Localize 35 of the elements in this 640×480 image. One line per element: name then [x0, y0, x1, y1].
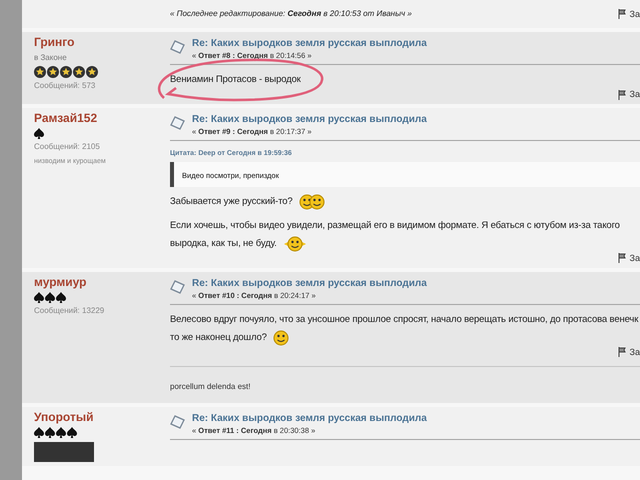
post-text: Забывается уже русский-то?: [170, 194, 293, 209]
post-count: Сообщений: 573: [34, 80, 96, 92]
laughing-smiley-icon: [282, 234, 307, 253]
report-link[interactable]: За: [618, 8, 640, 20]
flag-icon: [618, 347, 628, 358]
smiley-pair-icon: [298, 192, 325, 211]
post-count: Сообщений: 2105: [34, 141, 101, 153]
post-text: выродка, как ты, не буду.: [170, 236, 277, 251]
post-icon: [170, 116, 186, 130]
post-icon: [170, 414, 186, 429]
author-name[interactable]: Гринго: [34, 35, 170, 50]
report-link[interactable]: За: [618, 346, 640, 358]
post-text: Вениамин Протасов - выродок: [170, 73, 301, 87]
post-count: Сообщений: 13229: [34, 304, 106, 317]
author-name[interactable]: Упоротый: [34, 410, 170, 425]
flag-icon: [618, 253, 628, 264]
post-title[interactable]: Re: Каких выродков земля русская выплодила: [192, 276, 427, 290]
flag-icon: [618, 9, 628, 19]
post-icon: [170, 40, 186, 54]
flag-icon: [618, 90, 628, 100]
smiley-icon: [272, 328, 289, 347]
post-title[interactable]: Re: Каких выродков земля русская выплодила: [192, 412, 427, 425]
post-text: Велесово вдруг почуяло, что за унсошное прошлое спросят, начало верещать истошно, до протасова венечк: [170, 312, 638, 327]
author-name[interactable]: Рамзай152: [34, 111, 170, 126]
post-text: Если хочешь, чтобы видео увидели, размещай его в видимом формате. Я ебаться с ютубом из-за такого: [170, 218, 620, 233]
author-name[interactable]: мурмиур: [34, 274, 170, 290]
post-title[interactable]: Re: Каких выродков земля русская выплодила: [192, 37, 427, 50]
post-title[interactable]: Re: Каких выродков земля русская выплодила: [192, 113, 427, 126]
report-link[interactable]: За: [618, 252, 640, 264]
post-icon: [170, 280, 186, 294]
rank-label: в Законе: [34, 52, 68, 64]
report-link[interactable]: За: [618, 89, 640, 100]
signature-text: porcellum delenda est!: [170, 382, 250, 391]
post-text: то же наконец дошло?: [170, 330, 267, 345]
edit-note: « Последнее редактирование: Сегодня в 20:10:53 от Иваныч »: [170, 8, 412, 20]
